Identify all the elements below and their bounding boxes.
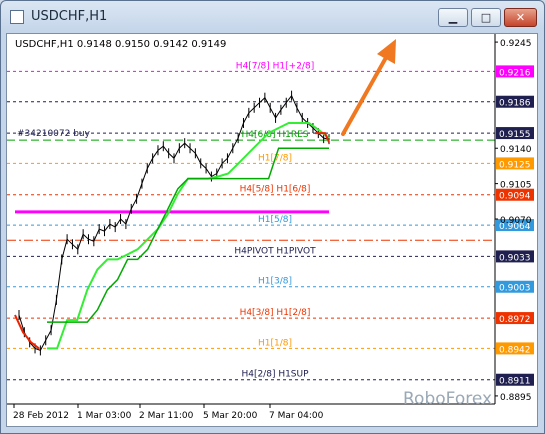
- title-bar[interactable]: USDCHF,H1 ▁ □ ✕: [1, 1, 544, 33]
- close-icon: ✕: [515, 11, 526, 24]
- level-label: H1[3/8]: [258, 277, 292, 287]
- maximize-icon: □: [480, 11, 492, 24]
- order-label: #34210072 buy: [17, 129, 91, 139]
- price-tag-label: 0.9003: [499, 284, 531, 294]
- x-tick-label: 28 Feb 2012: [13, 411, 69, 421]
- price-tag-label: 0.8942: [499, 345, 531, 355]
- maximize-button[interactable]: □: [471, 8, 501, 27]
- price-tag-label: 0.9216: [499, 68, 531, 78]
- price-tag-label: 0.9094: [499, 192, 531, 202]
- price-tag-label: 0.8911: [499, 377, 531, 387]
- ma-line: [47, 147, 329, 323]
- chart-area[interactable]: H4[7/8] H1[+2/8] 0.9216 0.9186 0.9155 H4[6/8…: [6, 33, 538, 427]
- x-tick-label: 7 Mar 04:00: [269, 411, 324, 421]
- y-tick-label: 0.8895: [500, 393, 532, 403]
- level-label: H1[5/8]: [258, 215, 292, 225]
- close-button[interactable]: ✕: [504, 8, 537, 27]
- y-tick-label: 0.9245: [500, 39, 532, 49]
- level-label: H4[5/8] H1[6/8]: [240, 185, 311, 195]
- price-tag-label: 0.8972: [499, 315, 531, 325]
- price-chart[interactable]: H4[7/8] H1[+2/8] 0.9216 0.9186 0.9155 H4[6/8…: [7, 34, 537, 426]
- minimize-icon: ▁: [448, 11, 458, 24]
- price-tag-label: 0.9125: [499, 160, 531, 170]
- level-label: H4[6/8] H1RES: [241, 130, 308, 140]
- y-tick-label: 0.9140: [500, 145, 532, 155]
- level-label: H4[7/8] H1[+2/8]: [236, 61, 314, 71]
- level-label: H4[2/8] H1SUP: [241, 370, 309, 380]
- arrow-annotation: [341, 39, 396, 136]
- level-label: H1[1/8]: [258, 338, 292, 348]
- window-title: USDCHF,H1: [31, 9, 108, 24]
- level-label: H4[3/8] H1[2/8]: [240, 308, 311, 318]
- watermark: RoboForex: [403, 389, 492, 409]
- red-tail-line: [315, 132, 330, 143]
- x-tick-label: 5 Mar 20:00: [203, 411, 258, 421]
- chart-header: USDCHF,H1 0.9148 0.9150 0.9142 0.9149: [15, 39, 226, 50]
- x-tick-label: 1 Mar 03:00: [77, 411, 132, 421]
- terminal-window: USDCHF,H1 ▁ □ ✕ H4[7/8] H1[+2/8] 0.9216 0.…: [0, 0, 545, 434]
- price-tag-label: 0.9033: [499, 253, 531, 263]
- minimize-button[interactable]: ▁: [438, 8, 468, 27]
- x-tick-label: 2 Mar 11:00: [139, 411, 194, 421]
- price-tag-label: 0.9186: [499, 99, 531, 109]
- y-tick-label: 0.9105: [500, 181, 532, 191]
- y-tick-label: 0.9070: [500, 216, 532, 226]
- price-tag-label: 0.9155: [499, 130, 531, 140]
- level-label: H4PIVOT H1PIVOT: [234, 246, 316, 256]
- chart-icon: [10, 10, 24, 24]
